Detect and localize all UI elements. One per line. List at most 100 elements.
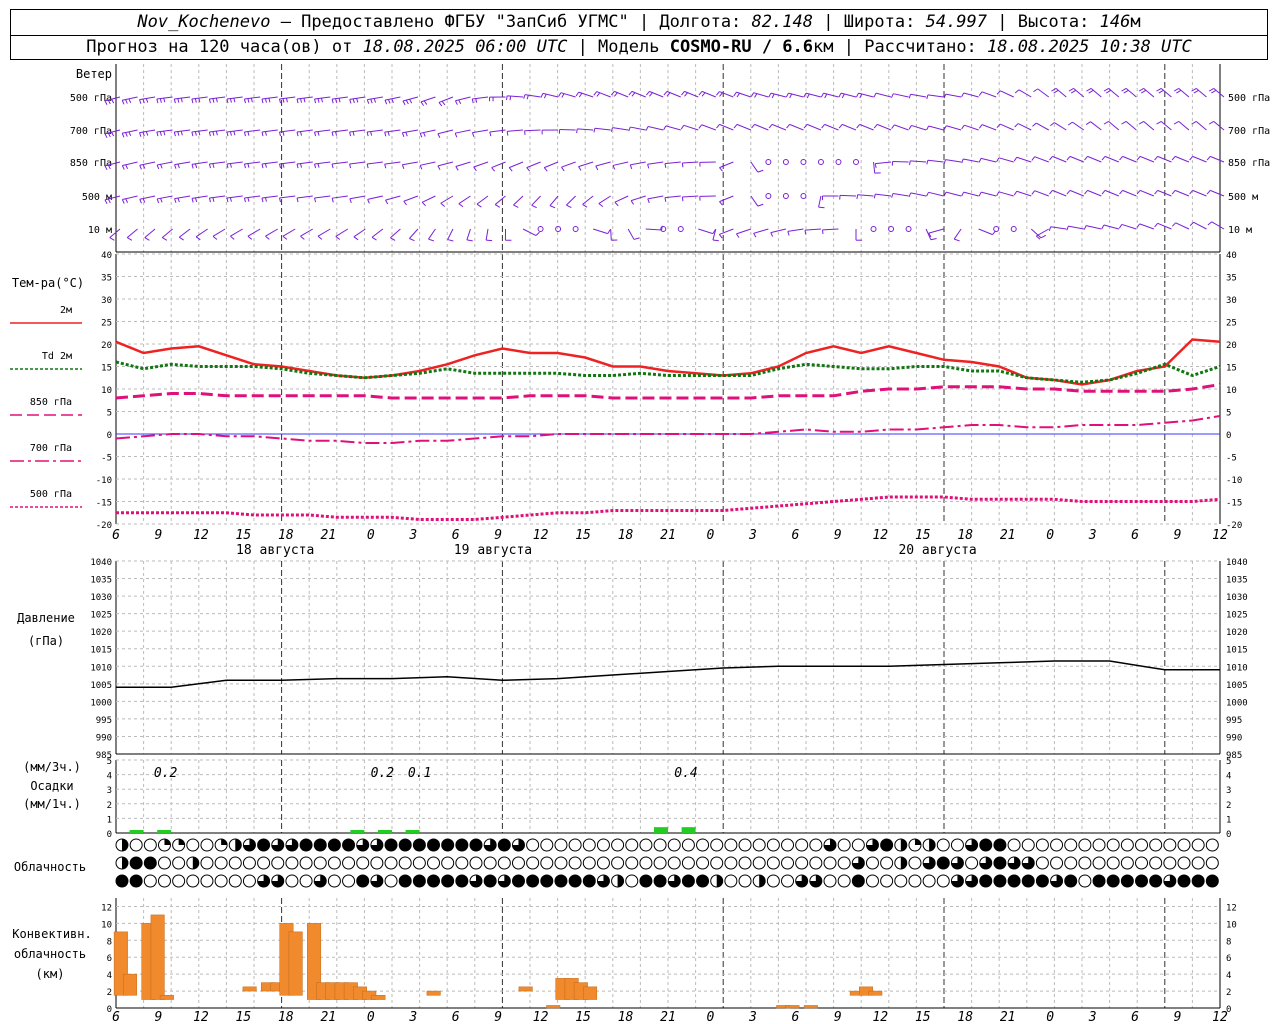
wind-barb-feather: [261, 197, 264, 203]
wind-barb-feather: [509, 96, 512, 101]
wind-barb-feather: [1086, 87, 1092, 92]
wind-barb-feather: [212, 131, 215, 136]
cloud-cover-symbol: [455, 838, 469, 852]
wind-barb-feather: [891, 124, 895, 129]
cloud-cover-symbol: [313, 856, 327, 870]
wind-barb: [296, 195, 313, 199]
wind-barb: [630, 126, 646, 131]
time-tick-label: 0: [1046, 528, 1054, 543]
conv-ytick: 8: [107, 937, 112, 947]
wind-barb-feather: [716, 124, 720, 129]
cloud-cover-symbol: [469, 856, 483, 870]
wind-barb-feather: [121, 100, 125, 105]
cloud-cover-fill: [759, 875, 766, 887]
wind-barb: [1087, 189, 1102, 197]
wind-barb-feather: [208, 131, 211, 137]
wind-barb-feather: [215, 97, 218, 103]
cloud-cover-symbol: [441, 874, 455, 888]
cloud-cover-symbol: [1149, 838, 1163, 852]
wind-calm-mark: [853, 159, 859, 165]
cloud-cover-symbol: [710, 838, 724, 852]
cloud-cover-symbol: [115, 874, 129, 888]
cloud-cover-symbol: [228, 856, 242, 870]
cloud-cover-fill: [221, 839, 228, 845]
wind-barb: [719, 123, 734, 131]
conv-panel-unit: (км): [36, 967, 65, 981]
cloud-cover-symbol: [398, 838, 412, 852]
wind-barb-feather: [1070, 89, 1077, 94]
time-tick-label: 15: [915, 528, 931, 543]
cloud-cover-symbol: [186, 838, 200, 852]
wind-barb: [719, 228, 734, 235]
wind-barb: [332, 96, 348, 100]
time-tick-label-bottom: 15: [236, 1010, 252, 1024]
wind-barb-feather: [786, 124, 790, 129]
wind-barb: [963, 158, 979, 163]
wind-barb-feather: [531, 204, 537, 209]
wind-barb-feather: [145, 98, 149, 103]
temp-ytick: 0: [107, 431, 112, 441]
wind-barb-feather: [264, 197, 267, 202]
wind-barb: [1209, 189, 1225, 197]
wind-barb: [371, 228, 384, 238]
wind-barb-feather: [628, 91, 633, 96]
wind-barb: [209, 195, 226, 199]
wind-barb: [1209, 155, 1225, 163]
cloud-cover-symbol: [639, 874, 653, 888]
wind-barb: [455, 129, 471, 134]
pressure-ytick: 1030: [90, 593, 112, 603]
temp-ytick-right: -15: [1226, 499, 1242, 509]
wind-barb-feather: [1118, 224, 1123, 229]
wind-barb-feather: [159, 98, 162, 103]
wind-barb-feather: [331, 198, 334, 203]
wind-barb-feather: [387, 99, 391, 104]
wind-barb-feather: [1101, 190, 1106, 195]
cloud-cover-symbol: [1078, 874, 1092, 888]
wind-barb: [421, 195, 436, 203]
wind-barb-feather: [1138, 120, 1144, 125]
time-tick-label-bottom: 9: [834, 1010, 842, 1024]
cloud-cover-symbol: [752, 838, 766, 852]
time-tick-label: 6: [112, 528, 120, 543]
wind-barb: [750, 161, 759, 173]
conv-panel-title-2: облачность: [14, 947, 86, 961]
wind-barb-feather: [978, 191, 982, 197]
wind-barb-feather: [109, 237, 115, 241]
wind-barb-feather: [349, 198, 352, 204]
wind-barb-feather: [476, 203, 482, 208]
wind-barb-feather: [177, 98, 180, 103]
cloud-cover-symbol: [554, 856, 568, 870]
wind-barb-feather: [233, 97, 236, 103]
wind-barb: [998, 191, 1014, 197]
wind-barb-feather: [1014, 89, 1020, 94]
wind-barb-feather: [278, 98, 282, 104]
wind-barb-feather: [159, 131, 162, 136]
wind-barb: [1050, 226, 1067, 230]
wind-barb: [1178, 121, 1190, 131]
cloud-cover-symbol: [356, 856, 370, 870]
cloud-cover-symbol: [285, 856, 299, 870]
wind-barb-feather: [356, 98, 359, 103]
wind-calm-mark: [817, 159, 824, 165]
cloud-cover-symbol: [497, 838, 511, 852]
meteogram-chart: Ветер 500 гПа 500 гПа 700 гПа 700 гПа 850 гПа…: [10, 64, 1270, 1024]
cloud-cover-symbol: [1007, 838, 1021, 852]
wind-barb-feather: [230, 235, 235, 240]
wind-barb: [1174, 155, 1190, 163]
pressure-ytick-right: 1030: [1226, 593, 1248, 603]
wind-barb-feather: [215, 130, 218, 136]
cloud-cover-symbol: [625, 838, 639, 852]
wind-barb-feather: [296, 131, 299, 137]
wind-barb-feather: [494, 204, 501, 208]
wind-barb-feather: [698, 91, 703, 96]
wind-barb: [1037, 88, 1050, 98]
wind-barb: [226, 161, 243, 165]
wind-barb: [139, 195, 156, 200]
wind-barb-feather: [163, 98, 166, 103]
cloud-cover-symbol: [497, 856, 511, 870]
wind-barb-feather: [233, 130, 236, 136]
time-tick-label: 6: [1131, 528, 1139, 543]
wind-barb-feather: [156, 198, 160, 204]
wind-barb-feather: [314, 131, 317, 137]
wind-barb: [282, 228, 296, 237]
